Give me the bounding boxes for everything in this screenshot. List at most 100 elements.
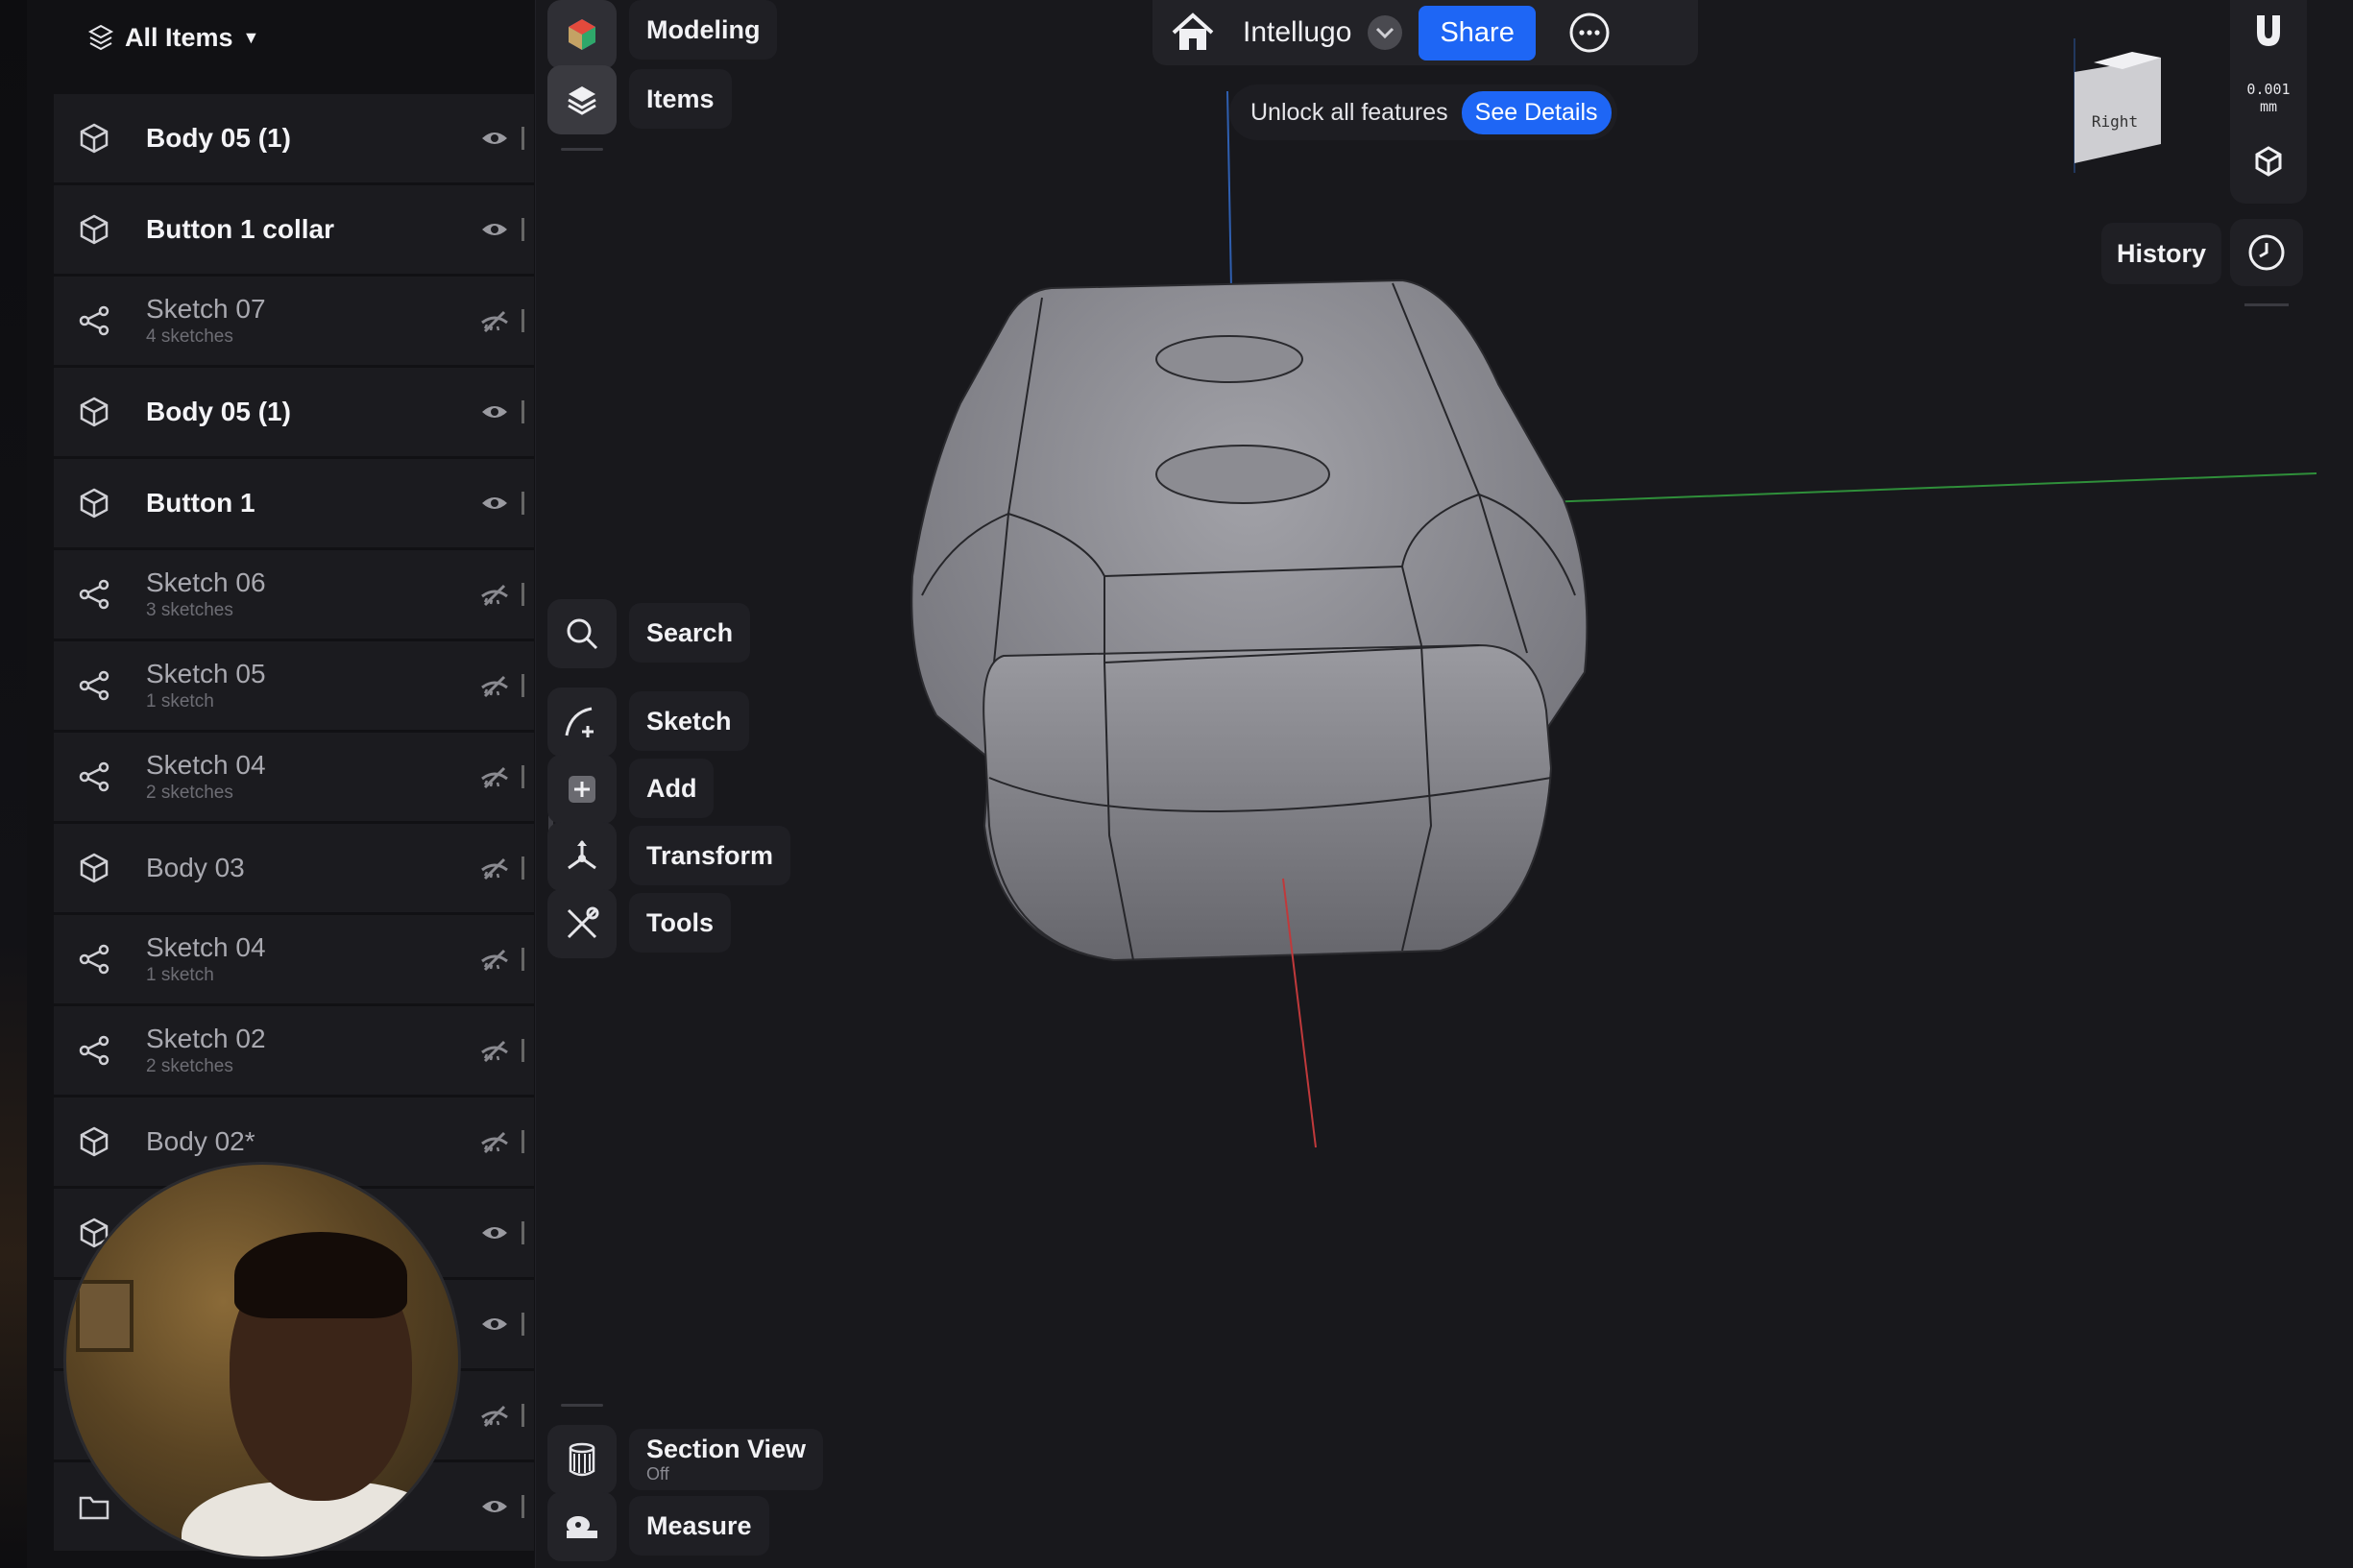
clock-icon [2248,234,2285,271]
item-row[interactable]: Body 03 [54,824,534,915]
magnet-icon[interactable] [2249,12,2288,50]
eye-icon[interactable] [479,1309,510,1339]
items-button[interactable] [547,65,617,134]
drag-handle[interactable] [522,492,524,515]
item-row[interactable]: Body 05 (1) [54,94,534,185]
snap-unit: mm [2259,98,2278,115]
eye-off-icon[interactable] [479,944,510,975]
eye-icon[interactable] [479,397,510,427]
measure-tape-icon [567,1516,597,1538]
item-row[interactable]: Sketch 06 3 sketches [54,550,534,641]
drag-handle[interactable] [522,1495,524,1518]
item-row[interactable]: Sketch 04 1 sketch [54,915,534,1006]
tools-label-box[interactable]: Tools [629,893,731,953]
eye-off-icon[interactable] [479,305,510,336]
search-icon [567,618,598,650]
modeling-label-box[interactable]: Modeling [629,0,778,60]
eye-off-icon[interactable] [479,761,510,792]
add-button[interactable] [547,755,617,824]
item-row[interactable]: Sketch 02 2 sketches [54,1006,534,1098]
eye-off-icon[interactable] [479,670,510,701]
eye-icon[interactable] [479,488,510,519]
eye-off-icon[interactable] [479,1126,510,1157]
drag-handle[interactable] [522,1404,524,1427]
section-view-button[interactable] [547,1425,617,1494]
item-name: Sketch 07 [146,294,266,324]
drag-handle[interactable] [522,218,524,241]
home-icon[interactable] [1170,12,1216,54]
drag-handle[interactable] [522,765,524,788]
item-text: Sketch 04 2 sketches [146,750,479,804]
eye-off-icon[interactable] [479,1400,510,1431]
item-row[interactable]: Sketch 04 2 sketches [54,733,534,824]
upgrade-banner: Unlock all features See Details [1229,84,1617,140]
eye-icon[interactable] [479,214,510,245]
sketch-label-box[interactable]: Sketch [629,691,749,751]
item-text: Sketch 02 2 sketches [146,1024,479,1077]
webcam-overlay[interactable] [63,1162,461,1559]
view-cube[interactable]: Right [2065,38,2171,182]
section-view-label: Section View [646,1435,807,1463]
drag-handle[interactable] [522,127,524,150]
item-row[interactable]: Button 1 collar [54,185,534,277]
transform-button[interactable] [547,822,617,891]
button-top [1155,335,1303,383]
modeling-button[interactable] [547,0,617,69]
item-row[interactable]: Body 05 (1) [54,368,534,459]
3d-model[interactable] [910,278,1589,962]
eye-icon[interactable] [479,1491,510,1522]
axis-gizmo-icon[interactable] [2249,142,2288,181]
snap-increment[interactable]: 0.001 mm [2230,81,2307,115]
eye-off-icon[interactable] [479,853,510,883]
history-button[interactable]: History [2101,223,2222,284]
share-button[interactable]: Share [1419,5,1536,60]
drag-handle[interactable] [522,309,524,332]
sketch-button[interactable] [547,688,617,757]
sketch-icon [79,1035,109,1066]
transform-label-box[interactable]: Transform [629,826,791,885]
item-text: Body 02* [146,1126,479,1157]
item-row[interactable]: Sketch 07 4 sketches [54,277,534,368]
item-name: Sketch 06 [146,567,266,597]
sketch-icon [79,305,109,336]
add-label-box[interactable]: Add [629,759,715,818]
measure-button[interactable] [547,1492,617,1561]
measure-label-box[interactable]: Measure [629,1496,769,1556]
sketch-icon [79,761,109,792]
section-view-label-box[interactable]: Section View Off [629,1429,824,1490]
eye-off-icon[interactable] [479,1035,510,1066]
toolbar-separator-bottom [561,1404,603,1407]
item-subtitle: 1 sketch [146,691,214,712]
tools-button[interactable] [547,889,617,958]
eye-off-icon[interactable] [479,579,510,610]
top-bar: Intellugo Share [1152,0,1698,65]
drag-handle[interactable] [522,674,524,697]
drag-handle[interactable] [522,583,524,606]
items-label-box[interactable]: Items [629,69,732,129]
all-items-dropdown[interactable]: All Items ▼ [27,0,535,75]
drag-handle[interactable] [522,1313,524,1336]
drag-handle[interactable] [522,400,524,423]
search-label-box[interactable]: Search [629,603,751,663]
drag-handle[interactable] [522,856,524,880]
chevron-down-icon[interactable] [1367,14,1403,51]
modeling-cube-icon [569,19,595,50]
see-details-button[interactable]: See Details [1461,90,1612,134]
item-row[interactable]: Sketch 05 1 sketch [54,641,534,733]
drag-handle[interactable] [522,1039,524,1062]
search-button[interactable] [547,599,617,668]
eye-icon[interactable] [479,123,510,154]
drag-handle[interactable] [522,1221,524,1244]
eye-icon[interactable] [479,1218,510,1248]
item-subtitle: 1 sketch [146,965,214,985]
body-cube-icon [80,397,109,427]
measure-label: Measure [646,1510,752,1540]
item-row[interactable]: Button 1 [54,459,534,550]
drag-handle[interactable] [522,948,524,971]
item-name: Sketch 04 [146,932,266,962]
history-icon-button[interactable] [2230,219,2303,286]
layers-icon [87,24,114,51]
project-name[interactable]: Intellugo [1243,16,1351,49]
more-options-icon[interactable] [1568,12,1611,54]
drag-handle[interactable] [522,1130,524,1153]
